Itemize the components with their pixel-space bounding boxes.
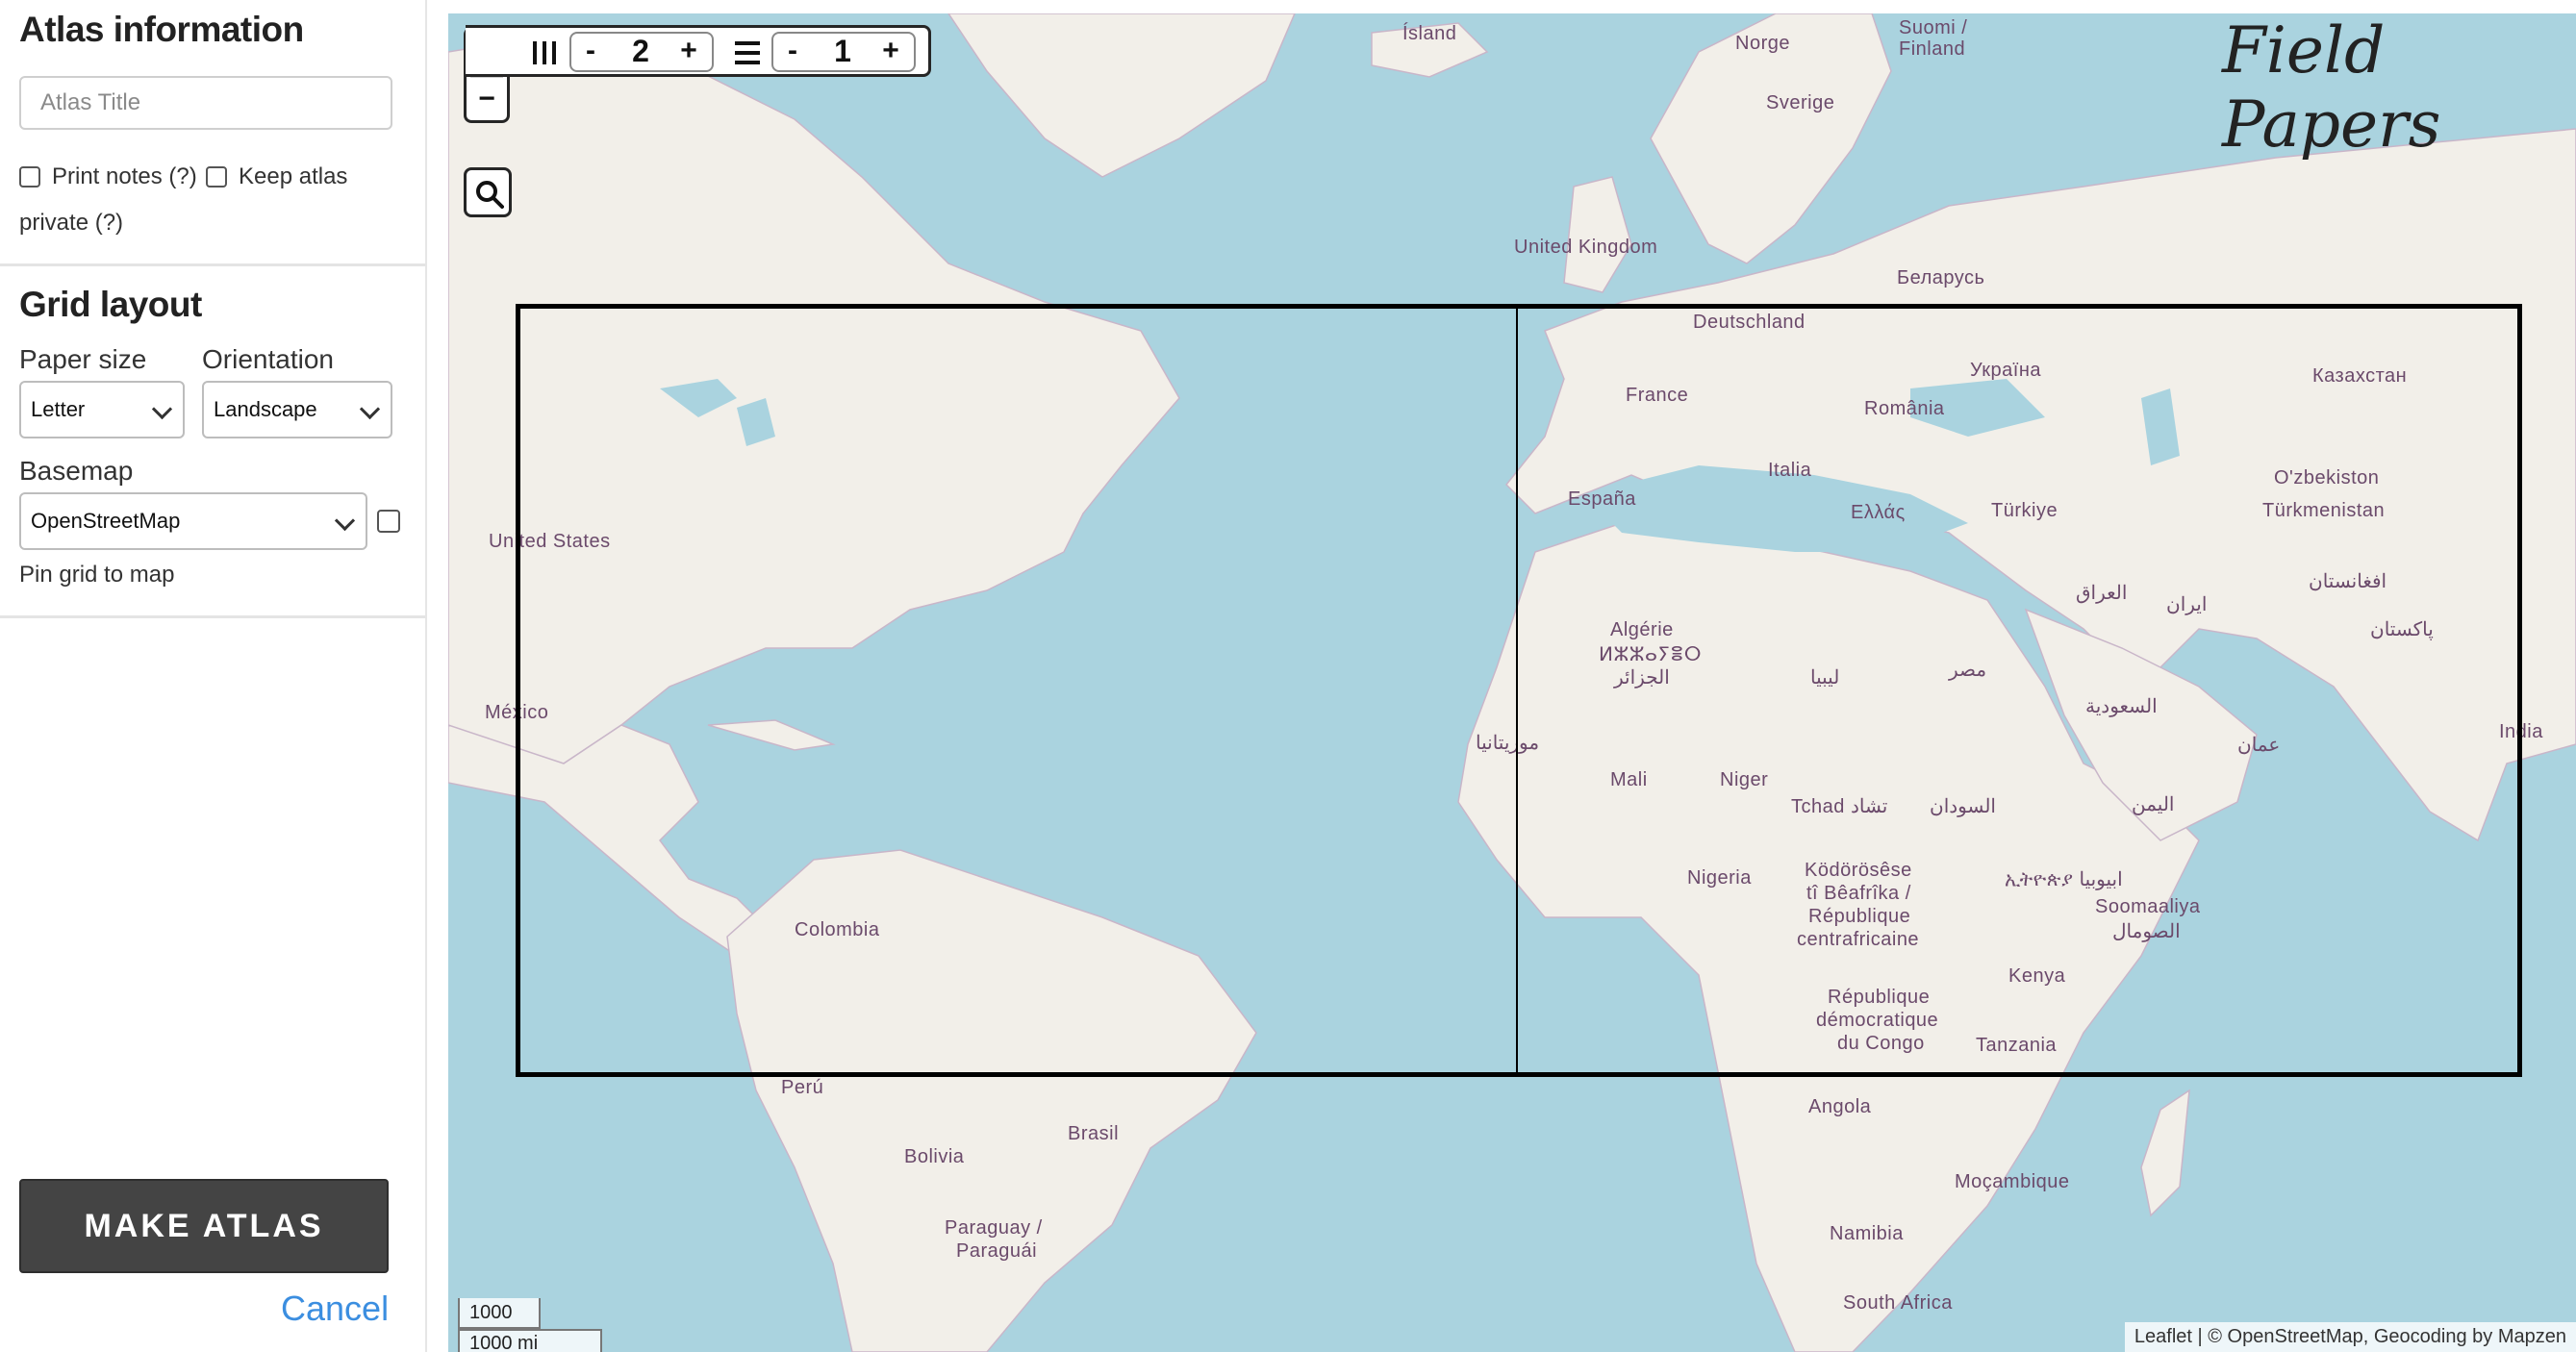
chevron-down-icon bbox=[151, 398, 173, 420]
keep-private-checkbox[interactable] bbox=[206, 166, 227, 188]
paper-size-label: Paper size bbox=[19, 344, 147, 374]
scale-mi: 1000 mi bbox=[458, 1329, 602, 1352]
cancel-link[interactable]: Cancel bbox=[281, 1289, 389, 1329]
rows-minus-button[interactable]: - bbox=[771, 28, 814, 74]
paper-size-select[interactable]: Letter bbox=[19, 381, 185, 438]
map-label: Беларусь bbox=[1897, 267, 1985, 288]
map-label: Namibia bbox=[1830, 1223, 1904, 1244]
keep-private-label: Keep atlas bbox=[239, 163, 348, 189]
map-label: Brasil bbox=[1068, 1123, 1120, 1144]
scale-km: 1000 km bbox=[458, 1298, 541, 1329]
make-atlas-button[interactable]: MAKE ATLAS bbox=[19, 1179, 389, 1273]
zoom-out-button[interactable]: − bbox=[467, 76, 507, 122]
pin-grid-label: Pin grid to map bbox=[19, 562, 175, 588]
map-label: Paraguay / bbox=[945, 1217, 1043, 1239]
search-button[interactable] bbox=[464, 167, 512, 217]
atlas-grid-page-divider bbox=[1516, 304, 1518, 1077]
map-label: Suomi / bbox=[1899, 17, 1968, 38]
field-papers-logo: Field Papers bbox=[2222, 13, 2441, 162]
atlas-title-input[interactable] bbox=[19, 76, 392, 130]
paper-size-value: Letter bbox=[31, 397, 86, 421]
section-divider bbox=[0, 263, 425, 266]
atlas-grid[interactable] bbox=[516, 304, 2522, 1077]
columns-minus-button[interactable]: - bbox=[569, 28, 612, 74]
orientation-value: Landscape bbox=[214, 397, 317, 421]
map-label: Ísland bbox=[1402, 23, 1457, 44]
columns-value: 2 bbox=[632, 34, 649, 68]
map-label: South Africa bbox=[1843, 1292, 1953, 1314]
map-attribution: Leaflet | © OpenStreetMap, Geocoding by … bbox=[2124, 1322, 2576, 1352]
columns-plus-button[interactable]: + bbox=[668, 28, 710, 74]
grid-size-control: - 2 + - 1 + bbox=[466, 25, 931, 77]
map-label: Finland bbox=[1899, 38, 1966, 60]
map[interactable]: Ísland Norge Suomi / Finland Sverige Uni… bbox=[448, 13, 2576, 1352]
grid-layout-heading: Grid layout bbox=[19, 285, 202, 324]
rows-value: 1 bbox=[834, 34, 851, 68]
rows-icon bbox=[735, 41, 760, 64]
map-label: Paraguái bbox=[956, 1240, 1038, 1262]
search-icon bbox=[476, 181, 504, 209]
map-label: Moçambique bbox=[1955, 1171, 2070, 1192]
chevron-down-icon bbox=[334, 510, 356, 532]
basemap-label: Basemap bbox=[19, 456, 134, 486]
orientation-label: Orientation bbox=[202, 344, 334, 374]
basemap-value: OpenStreetMap bbox=[31, 509, 181, 533]
map-label: United Kingdom bbox=[1514, 237, 1658, 258]
print-notes-label: Print notes (?) bbox=[52, 163, 197, 189]
rows-plus-button[interactable]: + bbox=[870, 28, 912, 74]
map-label: Angola bbox=[1808, 1096, 1872, 1117]
pin-grid-checkbox[interactable] bbox=[377, 510, 400, 533]
print-notes-checkbox[interactable] bbox=[19, 166, 40, 188]
map-label: Norge bbox=[1735, 33, 1790, 54]
map-label: Sverige bbox=[1766, 92, 1835, 113]
orientation-select[interactable]: Landscape bbox=[202, 381, 392, 438]
atlas-information-heading: Atlas information bbox=[19, 10, 304, 49]
basemap-select[interactable]: OpenStreetMap bbox=[19, 492, 367, 550]
columns-icon bbox=[533, 41, 556, 64]
chevron-down-icon bbox=[359, 398, 381, 420]
map-label: Perú bbox=[781, 1077, 824, 1098]
sidebar: Atlas information Print notes (?) Keep a… bbox=[0, 0, 427, 1352]
section-divider bbox=[0, 615, 425, 618]
keep-private-label-cont: private (?) bbox=[19, 210, 124, 236]
map-label: Bolivia bbox=[904, 1146, 965, 1167]
